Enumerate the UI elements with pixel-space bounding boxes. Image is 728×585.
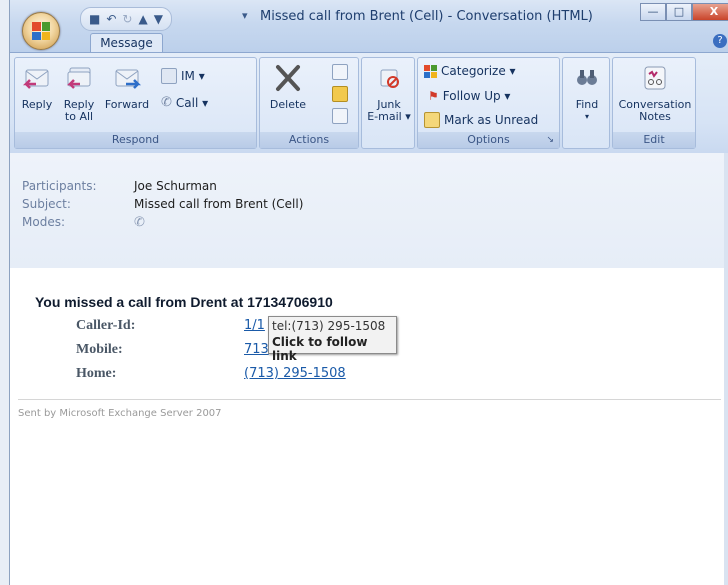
close-button[interactable]: X xyxy=(692,3,728,21)
follow-up-label: Follow Up ▾ xyxy=(442,89,511,103)
envelope-icon xyxy=(424,112,440,128)
participants-value[interactable]: Joe Schurman xyxy=(134,179,217,193)
im-label: IM ▾ xyxy=(181,69,205,83)
conversation-notes-icon xyxy=(644,66,666,90)
call-button[interactable]: ✆ Call ▾ xyxy=(161,95,208,110)
reply-button[interactable]: Reply xyxy=(17,64,57,111)
delete-icon xyxy=(276,65,300,91)
edit-group: Conversation Notes Edit xyxy=(612,57,696,149)
dialog-launcher-icon[interactable]: ↘ xyxy=(546,132,554,148)
reply-all-label-2: to All xyxy=(64,110,94,123)
follow-up-button[interactable]: ⚑ Follow Up ▾ xyxy=(428,89,510,103)
reply-icon xyxy=(22,69,49,89)
junk-email-icon xyxy=(380,69,399,88)
junk-group: Junk E-mail ▾ xyxy=(361,57,415,149)
message-body: You missed a call from Drent at 17134706… xyxy=(10,268,728,585)
other-actions-icon[interactable] xyxy=(332,108,348,124)
conversation-notes-button[interactable]: Conversation Notes xyxy=(615,64,695,123)
find-label: Find xyxy=(575,98,599,111)
modes-label: Modes: xyxy=(22,215,65,229)
subject-value: Missed call from Brent (Cell) xyxy=(134,197,304,211)
subject-row: Subject: Missed call from Brent (Cell) xyxy=(22,197,303,211)
respond-group: Reply Reply to All Forward IM ▾ ✆ Call ▾… xyxy=(14,57,257,149)
mark-unread-label: Mark as Unread xyxy=(444,113,539,127)
im-icon xyxy=(161,68,177,84)
window-title: Missed call from Brent (Cell) - Conversa… xyxy=(260,9,593,24)
participants-row: Participants: Joe Schurman xyxy=(22,179,217,193)
options-group-label: Options ↘ xyxy=(418,132,559,148)
find-group: Find ▾ xyxy=(562,57,610,149)
mobile-link[interactable]: 713 xyxy=(244,342,269,357)
edit-group-label: Edit xyxy=(613,132,695,148)
forward-icon xyxy=(115,69,142,89)
phone-icon: ✆ xyxy=(161,95,172,110)
minimize-button[interactable]: — xyxy=(640,3,666,21)
find-button[interactable]: Find ▾ xyxy=(567,64,607,123)
tooltip-url: tel:(713) 295-1508 xyxy=(272,319,386,333)
delete-label: Delete xyxy=(269,98,307,111)
customize-qat-icon[interactable]: ▾ xyxy=(242,9,248,22)
actions-group: Delete Actions xyxy=(259,57,359,149)
quick-access-toolbar: ■ ↶ ↻ ▲ ▼ xyxy=(80,7,172,31)
footer-divider xyxy=(18,399,721,400)
subject-label: Subject: xyxy=(22,197,71,211)
home-phone-link[interactable]: (713) 295-1508 xyxy=(244,366,346,381)
reading-pane-edge xyxy=(724,153,728,585)
options-label-text: Options xyxy=(467,133,510,146)
caller-id-link[interactable]: 1/1 xyxy=(244,318,265,333)
respond-group-label: Respond xyxy=(15,132,256,148)
move-to-folder-icon[interactable] xyxy=(332,64,348,80)
mark-unread-button[interactable]: Mark as Unread xyxy=(424,112,538,128)
participants-label: Participants: xyxy=(22,179,97,193)
save-icon[interactable]: ■ xyxy=(89,12,100,26)
categorize-button[interactable]: Categorize ▾ xyxy=(424,64,516,78)
find-dropdown-icon: ▾ xyxy=(584,112,589,121)
im-button[interactable]: IM ▾ xyxy=(161,68,205,84)
message-footer: Sent by Microsoft Exchange Server 2007 xyxy=(18,408,222,419)
previous-item-icon[interactable]: ▲ xyxy=(138,12,147,26)
phone-mode-icon: ✆ xyxy=(134,215,145,230)
window-controls: — □ X xyxy=(640,3,728,21)
redo-icon[interactable]: ↻ xyxy=(122,12,132,26)
tab-message[interactable]: Message xyxy=(90,33,163,53)
home-label: Home: xyxy=(76,366,117,381)
create-rule-icon[interactable] xyxy=(332,86,348,102)
forward-label: Forward xyxy=(104,98,150,111)
flag-icon: ⚑ xyxy=(428,89,439,103)
office-logo-icon xyxy=(32,22,50,40)
call-label: Call ▾ xyxy=(175,95,209,110)
reply-all-button[interactable]: Reply to All xyxy=(59,64,99,123)
forward-button[interactable]: Forward xyxy=(101,64,153,111)
ribbon: Reply Reply to All Forward IM ▾ ✆ Call ▾… xyxy=(10,52,728,154)
undo-icon[interactable]: ↶ xyxy=(106,12,116,26)
next-item-icon[interactable]: ▼ xyxy=(154,12,163,26)
junk-label-2: E-mail ▾ xyxy=(367,110,411,123)
options-group: Categorize ▾ ⚑ Follow Up ▾ Mark as Unrea… xyxy=(417,57,560,149)
notes-label-2: Notes xyxy=(639,110,671,123)
missed-call-heading: You missed a call from Drent at 17134706… xyxy=(35,294,333,310)
delete-button[interactable]: Delete xyxy=(266,64,310,111)
title-bar: ■ ↶ ↻ ▲ ▼ ▾ Missed call from Brent (Cell… xyxy=(10,0,728,53)
actions-group-label: Actions xyxy=(260,132,358,148)
conversation-window: ■ ↶ ↻ ▲ ▼ ▾ Missed call from Brent (Cell… xyxy=(9,0,728,585)
categorize-icon xyxy=(424,64,437,78)
binoculars-icon xyxy=(577,70,597,85)
modes-row: Modes: ✆ xyxy=(22,215,145,230)
maximize-button[interactable]: □ xyxy=(666,3,692,21)
office-button[interactable] xyxy=(22,12,60,50)
reply-all-icon xyxy=(66,67,91,89)
reply-label: Reply xyxy=(21,98,53,111)
categorize-label: Categorize ▾ xyxy=(441,64,516,78)
mobile-label: Mobile: xyxy=(76,342,123,357)
junk-email-button[interactable]: Junk E-mail ▾ xyxy=(366,64,412,123)
message-header: Participants: Joe Schurman Subject: Missed… xyxy=(10,153,728,269)
caller-id-label: Caller-Id: xyxy=(76,318,136,333)
help-icon[interactable]: ? xyxy=(713,34,727,48)
tooltip-hint: Click to follow link xyxy=(272,335,368,363)
link-tooltip: tel:(713) 295-1508 Click to follow link xyxy=(268,316,397,363)
